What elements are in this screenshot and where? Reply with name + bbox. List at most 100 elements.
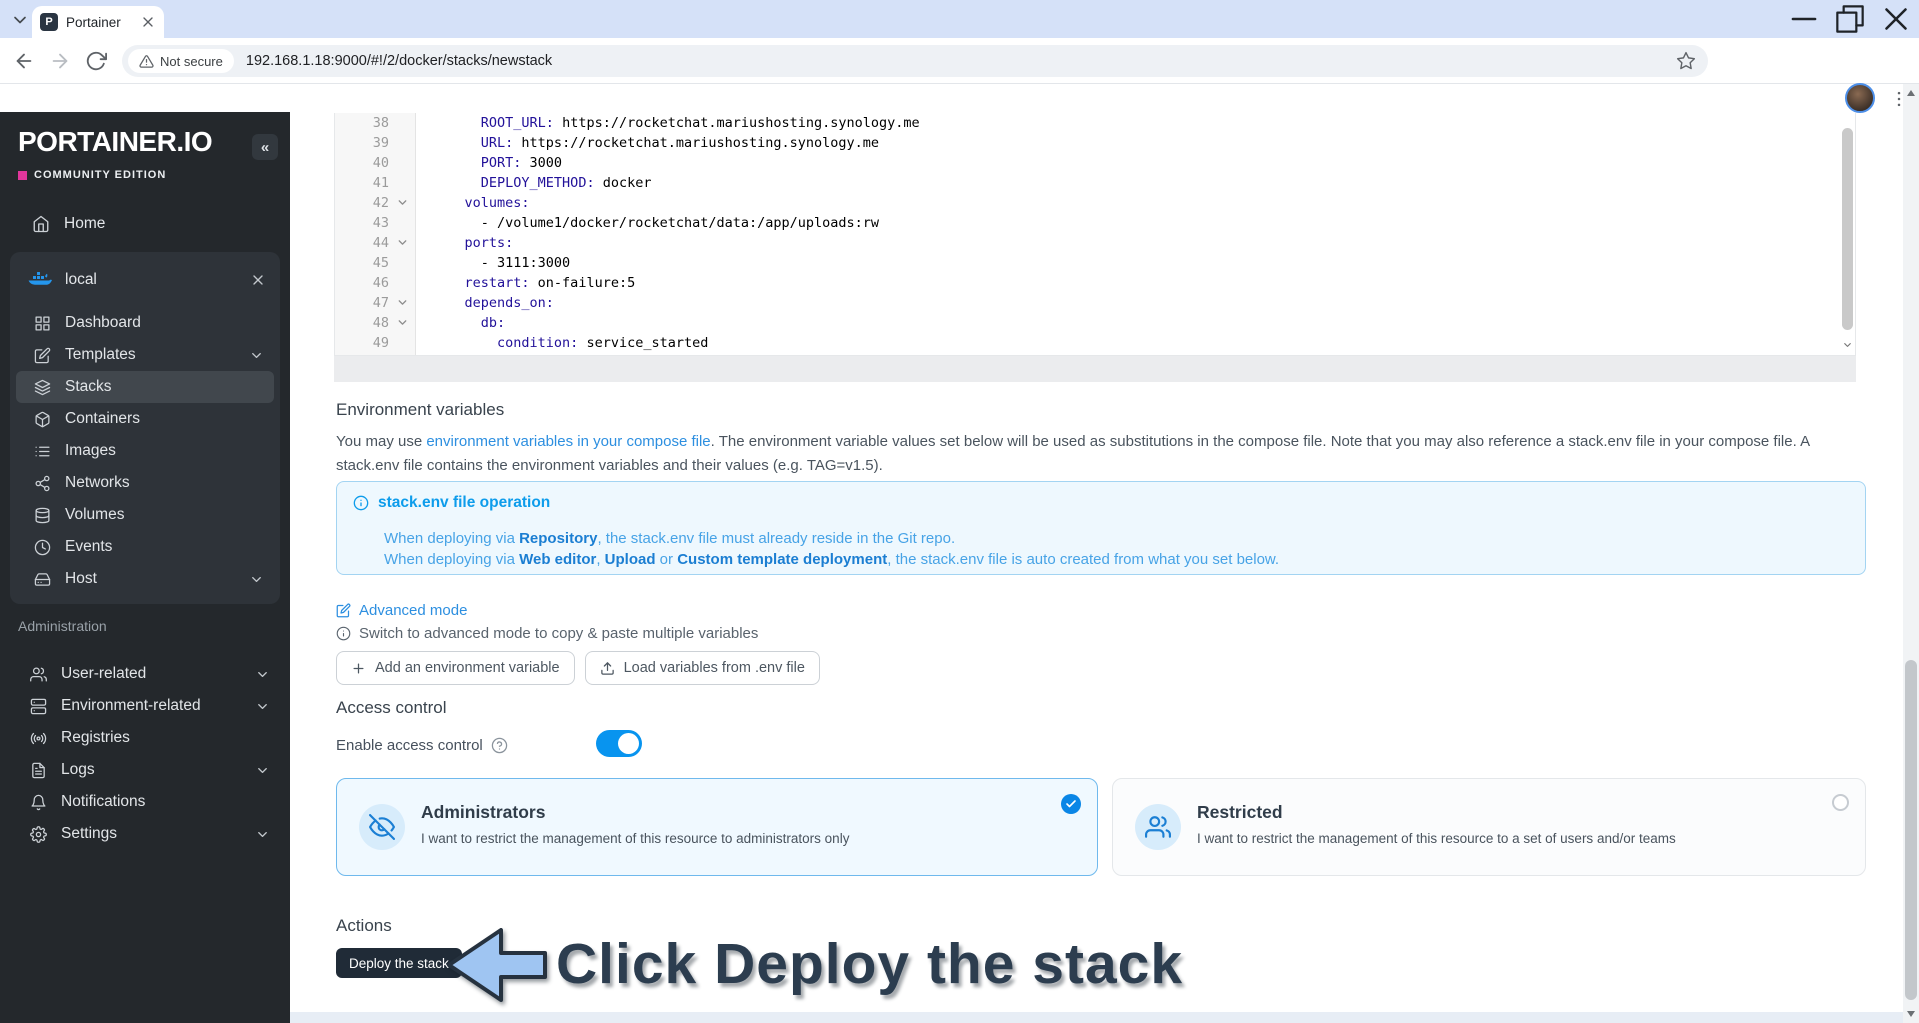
upload-icon [600,661,615,676]
line-number: 41 [372,175,389,191]
code-line: - 3111:3000 [432,255,571,271]
sidebar-item-settings[interactable]: Settings [10,818,280,850]
environment-local[interactable]: local [10,258,280,302]
volumes-icon [34,507,51,524]
fold-chevron-icon[interactable] [396,296,409,309]
sidebar-item-containers[interactable]: Containers [16,403,274,435]
sidebar-item-environment-related[interactable]: Environment-related [10,690,280,722]
sidebar-item-label: User-related [61,665,147,682]
enable-access-control-row: Enable access control [336,737,508,754]
sidebar-item-host[interactable]: Host [16,563,274,595]
sidebar-item-registries[interactable]: Registries [10,722,280,754]
code-editor[interactable]: 38 39 40 41 42 43 44 45 46 47 48 49 ROOT_URL: https… [334,113,1856,356]
sidebar-item-logs[interactable]: Logs [10,754,280,786]
networks-icon [35,475,50,491]
minimize-icon [1791,17,1817,21]
check-icon [1066,800,1076,808]
scroll-up-icon[interactable] [1907,90,1915,96]
sidebar-item-templates[interactable]: Templates [16,339,274,371]
advanced-mode-link[interactable]: Advanced mode [336,602,467,619]
reload-icon[interactable] [85,50,107,72]
access-option-administrators[interactable]: Administrators I want to restrict the man… [336,778,1098,876]
access-option-title: Restricted [1197,802,1283,822]
tab-search-chevron-icon[interactable] [10,10,30,30]
sidebar-item-events[interactable]: Events [16,531,274,563]
plus-icon [353,663,364,673]
sidebar-item-notifications[interactable]: Notifications [10,786,280,818]
button-label: Load variables from .env file [623,660,805,676]
sidebar-item-label: Containers [65,410,140,427]
x-icon [143,17,153,27]
sidebar-item-label: Environment-related [61,697,201,714]
images-icon [35,446,50,456]
close-button[interactable] [1873,0,1919,38]
add-an-environment-variable-button[interactable]: Add an environment variable [336,651,575,685]
line-number: 44 [335,233,415,253]
code-line: restart: on-failure:5 [464,275,636,291]
info-box-title: stack.env file operation [378,494,551,511]
environment-menu: Dashboard Templates Stacks Containers Images… [16,307,274,595]
sidebar-item-label: Notifications [61,793,146,810]
fold-chevron-icon[interactable] [396,316,409,329]
back-icon[interactable] [13,50,35,72]
info-icon [353,495,369,511]
portainer-browser-window: P Portainer Not secure 192.168.1.18:9000… [0,0,1919,1023]
env-variable-buttons: Add an environment variable Load variable… [336,651,820,685]
security-chip[interactable]: Not secure [128,49,234,73]
fold-chevron-icon[interactable] [396,196,409,209]
sidebar-item-networks[interactable]: Networks [16,467,274,499]
hint-text: Switch to advanced mode to copy & paste … [359,625,759,642]
security-label: Not secure [160,53,223,69]
compose-env-vars-link[interactable]: environment variables in your compose fi… [426,433,710,450]
scroll-down-icon[interactable] [1907,1011,1915,1017]
bookmark-star-icon[interactable] [1676,51,1696,71]
warning-icon [139,54,154,68]
forward-icon[interactable] [49,50,71,72]
browser-tab[interactable]: P Portainer [32,6,164,38]
load-variables-from-env-file-button[interactable]: Load variables from .env file [584,651,820,685]
sidebar-item-home[interactable]: Home [10,206,280,242]
deploy-stack-button[interactable]: Deploy the stack [336,948,462,978]
containers-icon [35,411,50,427]
minimize-button[interactable] [1781,0,1827,38]
registries-icon [30,732,47,744]
page-scrollbar[interactable] [1903,84,1919,1023]
radio-unselected[interactable] [1832,794,1849,811]
editor-code-area[interactable]: ROOT_URL: https://rocketchat.mariushosti… [416,113,1839,355]
sidebar-item-label: Dashboard [65,314,141,331]
access-control-toggle[interactable] [596,730,642,757]
sidebar-item-stacks[interactable]: Stacks [16,371,274,403]
fold-chevron-icon[interactable] [396,236,409,249]
editor-scrollbar-thumb[interactable] [1842,128,1853,330]
tab-close-icon[interactable] [140,14,156,30]
restore-button[interactable] [1827,0,1873,38]
help-icon[interactable] [491,737,508,754]
help-icon [491,737,507,754]
volumes-icon [35,507,50,523]
close-icon[interactable] [250,272,266,288]
sidebar-item-label: Stacks [65,378,112,395]
sidebar-item-label: Host [65,570,97,587]
edit-icon [336,603,351,618]
avatar[interactable] [1845,83,1875,113]
sidebar-item-dashboard[interactable]: Dashboard [16,307,274,339]
editor-scroll-down-icon[interactable] [1842,338,1853,352]
annotation-text: Click Deploy the stack [556,932,1184,996]
users-icon [30,666,47,682]
env-variables-title: Environment variables [336,400,505,419]
images-icon [34,443,51,460]
sidebar-item-label: Registries [61,729,130,746]
sidebar-item-user-related[interactable]: User-related [10,658,280,690]
access-option-restricted[interactable]: Restricted I want to restrict the managem… [1112,778,1866,876]
editor-footer [334,356,1856,382]
sidebar-item-volumes[interactable]: Volumes [16,499,274,531]
address-bar[interactable]: Not secure 192.168.1.18:9000/#!/2/docker… [122,45,1708,77]
line-number: 45 [372,255,389,271]
line-number: 39 [372,135,389,151]
sidebar-item-label: Volumes [65,506,125,523]
chevron-down-icon [398,240,407,245]
scrollbar-thumb[interactable] [1905,660,1917,1000]
sidebar-item-images[interactable]: Images [16,435,274,467]
sidebar-collapse-button[interactable]: « [252,134,278,160]
sidebar-item-label: Events [65,538,113,555]
